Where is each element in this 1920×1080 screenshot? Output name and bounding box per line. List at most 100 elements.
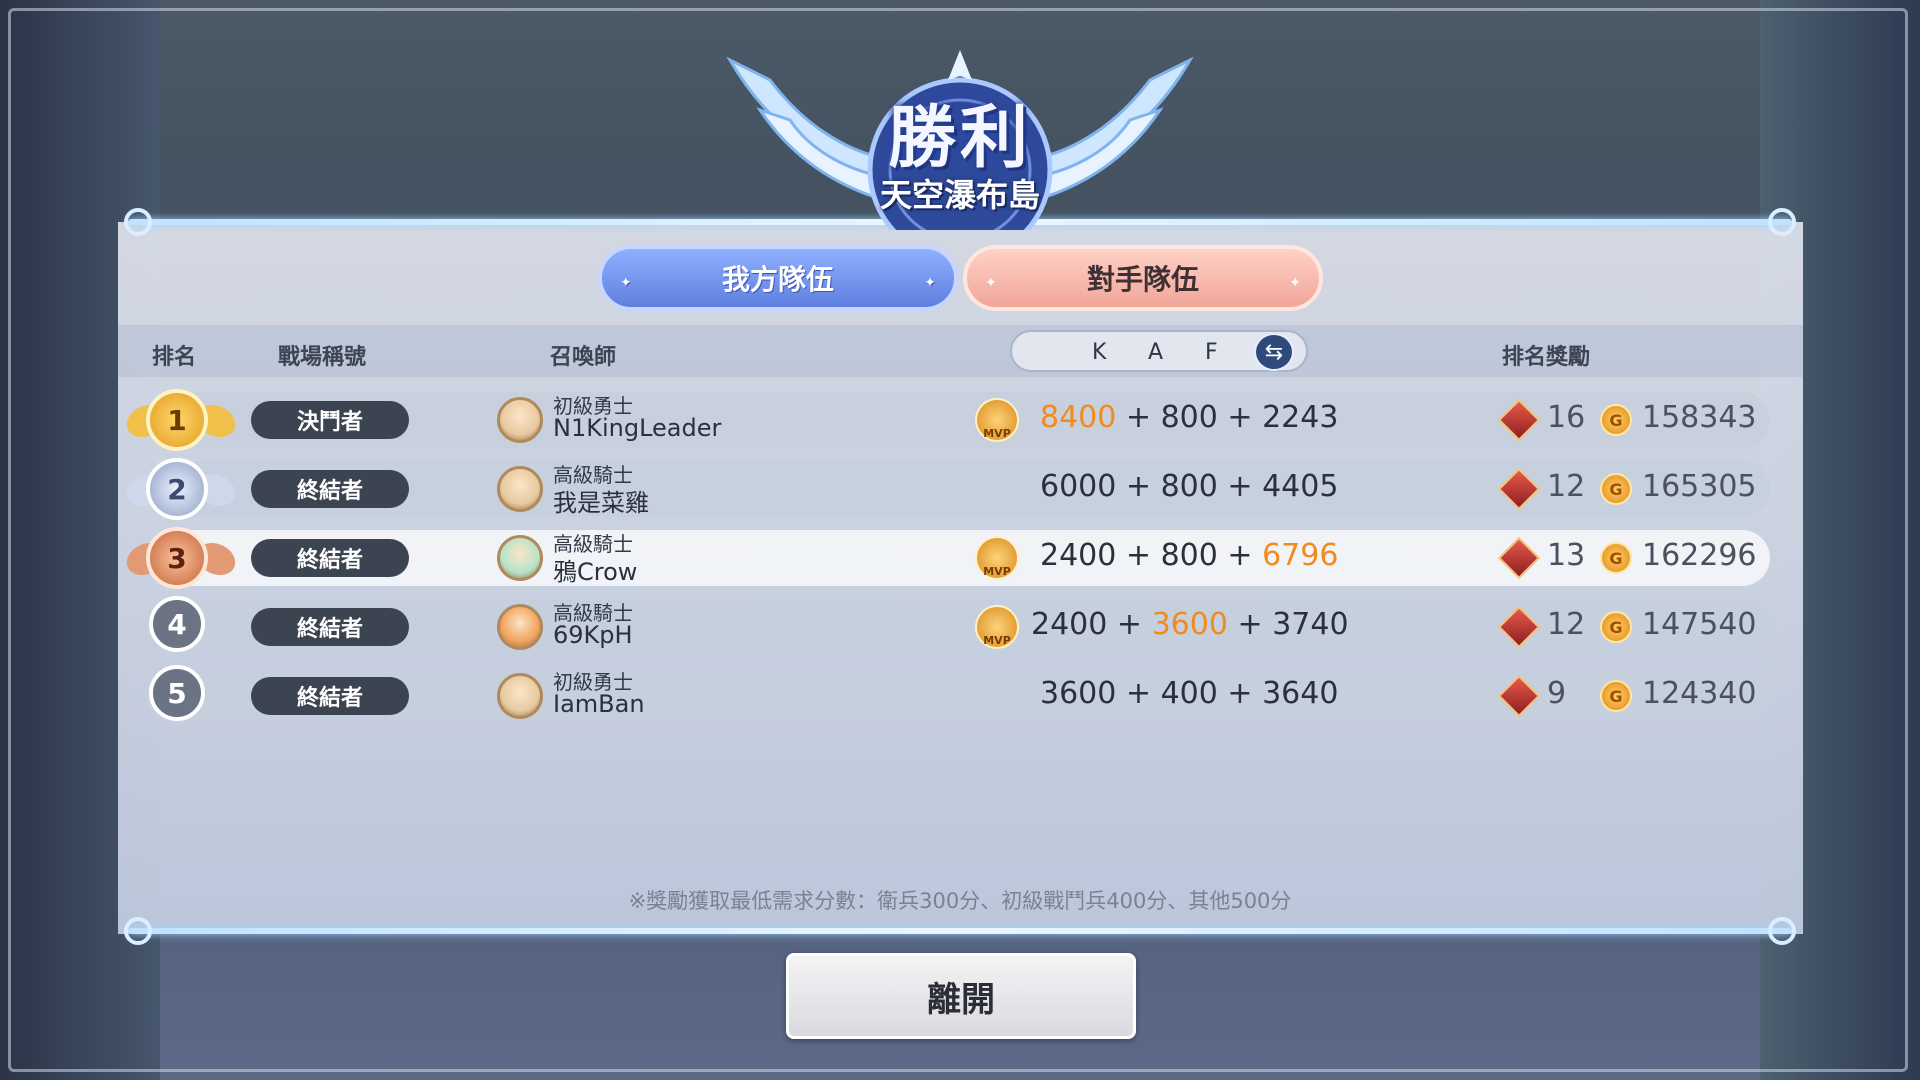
plus-sign: + xyxy=(1116,607,1143,642)
bottom-bar-left-ornament xyxy=(124,917,152,945)
score-a: 3600 xyxy=(1151,607,1228,642)
battle-title-badge: 終結者 xyxy=(251,608,409,646)
battle-title-badge: 決鬥者 xyxy=(251,401,409,439)
plus-sign: + xyxy=(1237,607,1263,642)
rank-medal: 4 xyxy=(149,596,205,652)
summoner-name: 我是菜雞 xyxy=(553,489,649,517)
plus-sign: + xyxy=(1227,400,1253,435)
gem-reward-count: 12 xyxy=(1547,607,1586,642)
plus-sign: + xyxy=(1227,676,1253,711)
plus-sign: + xyxy=(1227,469,1253,504)
plus-sign: + xyxy=(1125,676,1152,711)
sparkle-icon: ✦ xyxy=(620,275,632,291)
rank-medal: 1 xyxy=(146,389,208,451)
summoner-avatar[interactable] xyxy=(497,535,543,581)
rank-number: 4 xyxy=(167,607,187,641)
gem-reward-count: 16 xyxy=(1547,400,1586,435)
score-k: 3600 xyxy=(1040,676,1117,711)
mvp-emblem-icon: MVP xyxy=(975,398,1019,442)
kaf-score: 2400 + 800 + 6796 xyxy=(1040,538,1338,573)
summoner-avatar[interactable] xyxy=(497,604,543,650)
battle-title-text: 決鬥者 xyxy=(296,410,363,435)
battle-title-badge: 終結者 xyxy=(251,677,409,715)
tab-our-team[interactable]: ✦ 我方隊伍 ✦ xyxy=(598,245,958,311)
score-a: 800 xyxy=(1160,400,1218,435)
sparkle-icon: ✦ xyxy=(985,275,997,291)
summoner-name: N1KingLeader xyxy=(553,414,722,442)
swap-arrows-icon: ⇆ xyxy=(1264,339,1284,365)
victory-title: 勝利 xyxy=(887,99,1032,178)
tab-our-team-label: 我方隊伍 xyxy=(721,263,834,296)
column-f: F xyxy=(1205,340,1218,365)
score-a: 800 xyxy=(1160,538,1218,573)
score-k: 8400 xyxy=(1040,400,1117,435)
gold-coin-icon: G xyxy=(1600,542,1632,574)
mvp-label: MVP xyxy=(983,565,1011,578)
summoner-name: IamBan xyxy=(553,690,645,718)
kaf-score: 8400 + 800 + 2243 xyxy=(1040,400,1338,435)
gold-coin-icon: G xyxy=(1600,473,1632,505)
mvp-label: MVP xyxy=(983,427,1011,440)
kaf-score: 3600 + 400 + 3640 xyxy=(1040,676,1338,711)
column-a: A xyxy=(1148,340,1164,365)
score-f: 4405 xyxy=(1262,469,1339,504)
column-rank: 排名 xyxy=(152,345,197,370)
leave-button[interactable]: 離開 xyxy=(786,953,1136,1039)
kaf-score: 6000 + 800 + 4405 xyxy=(1040,469,1338,504)
battle-title-text: 終結者 xyxy=(296,617,363,642)
battle-title-text: 終結者 xyxy=(296,479,363,504)
rank-number: 2 xyxy=(167,472,187,506)
summoner-name: 69KpH xyxy=(553,621,633,649)
top-bar-right-ornament xyxy=(1768,208,1796,236)
map-name: 天空瀑布島 xyxy=(879,176,1040,214)
tab-enemy-team-label: 對手隊伍 xyxy=(1086,263,1199,296)
gold-coin-icon: G xyxy=(1600,404,1632,436)
reward-requirement-note: ※獎勵獲取最低需求分數：衛兵300分、初級戰鬥兵400分、其他500分 xyxy=(628,889,1292,913)
plus-sign: + xyxy=(1125,469,1152,504)
score-f: 6796 xyxy=(1262,538,1339,573)
swap-stats-button[interactable]: ⇆ xyxy=(1254,333,1294,371)
kaf-score: 2400 + 3600 + 3740 xyxy=(1031,607,1349,642)
summoner-avatar[interactable] xyxy=(497,466,543,512)
coin-reward-count: 158343 xyxy=(1642,400,1757,435)
column-battle-title: 戰場稱號 xyxy=(278,345,367,370)
bottom-bar-right-ornament xyxy=(1768,917,1796,945)
coin-reward-count: 165305 xyxy=(1642,469,1757,504)
top-bar-left-ornament xyxy=(124,208,152,236)
score-f: 3740 xyxy=(1272,607,1349,642)
battle-title-badge: 終結者 xyxy=(251,539,409,577)
coin-reward-count: 162296 xyxy=(1642,538,1757,573)
summoner-avatar[interactable] xyxy=(497,397,543,443)
gold-coin-icon: G xyxy=(1600,680,1632,712)
coin-reward-count: 124340 xyxy=(1642,676,1757,711)
score-k: 6000 xyxy=(1040,469,1117,504)
bottom-divider-bar xyxy=(128,928,1792,934)
rank-medal: 2 xyxy=(146,458,208,520)
battle-title-text: 終結者 xyxy=(296,686,363,711)
gold-coin-icon: G xyxy=(1600,611,1632,643)
summoner-avatar[interactable] xyxy=(497,673,543,719)
gem-reward-count: 12 xyxy=(1547,469,1586,504)
rank-number: 1 xyxy=(167,403,187,437)
rank-number: 5 xyxy=(167,676,187,710)
tab-enemy-team[interactable]: ✦ 對手隊伍 ✦ xyxy=(963,245,1323,311)
battle-title-badge: 終結者 xyxy=(251,470,409,508)
score-k: 2400 xyxy=(1040,538,1117,573)
column-rank-reward: 排名獎勵 xyxy=(1502,345,1591,370)
score-f: 2243 xyxy=(1262,400,1339,435)
battle-title-text: 終結者 xyxy=(296,548,363,573)
sparkle-icon: ✦ xyxy=(1289,275,1301,291)
rank-medal: 3 xyxy=(146,527,208,589)
score-a: 800 xyxy=(1160,469,1218,504)
column-summoner: 召喚師 xyxy=(550,345,617,370)
plus-sign: + xyxy=(1227,538,1253,573)
rank-medal: 5 xyxy=(149,665,205,721)
mvp-label: MVP xyxy=(983,634,1011,647)
leave-button-label: 離開 xyxy=(927,979,995,1020)
plus-sign: + xyxy=(1125,538,1152,573)
column-k: K xyxy=(1092,340,1107,365)
gem-reward-count: 9 xyxy=(1547,676,1567,711)
sparkle-icon: ✦ xyxy=(924,275,936,291)
mvp-emblem-icon: MVP xyxy=(975,536,1019,580)
plus-sign: + xyxy=(1125,400,1152,435)
